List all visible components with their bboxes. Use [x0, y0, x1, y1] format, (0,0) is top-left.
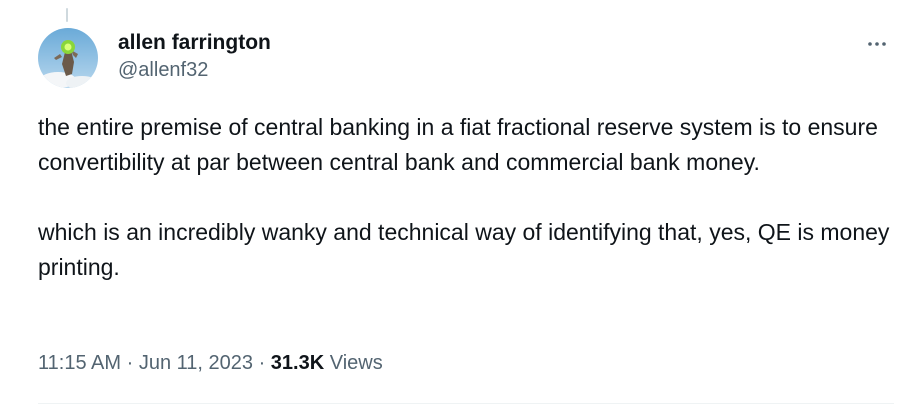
- avatar-image: [38, 28, 98, 88]
- tweet-meta: 11:15 AM · Jun 11, 2023 · 31.3K Views: [38, 350, 383, 376]
- tweet-text: the entire premise of central banking in…: [38, 110, 898, 285]
- more-horizontal-icon: [868, 42, 886, 46]
- tweet-date[interactable]: Jun 11, 2023: [139, 352, 253, 374]
- author-avatar[interactable]: [38, 28, 98, 88]
- views-count: 31.3K: [270, 352, 325, 374]
- author-handle[interactable]: @allenf32: [118, 56, 271, 84]
- author-display-name[interactable]: allen farrington: [118, 30, 271, 56]
- tweet-time[interactable]: 11:15 AM: [38, 352, 121, 374]
- author-names: allen farrington @allenf32: [118, 30, 271, 84]
- tweet-paragraph: the entire premise of central banking in…: [38, 114, 878, 175]
- divider: [38, 403, 894, 404]
- tweet-paragraph: which is an incredibly wanky and technic…: [38, 219, 890, 280]
- meta-separator: ·: [258, 352, 266, 374]
- tweet-card: allen farrington @allenf32 the entire pr…: [0, 0, 924, 412]
- tweet-header: allen farrington @allenf32: [38, 28, 894, 92]
- thread-connector: [66, 8, 68, 22]
- views-label: Views: [329, 352, 383, 374]
- meta-separator: ·: [126, 352, 134, 374]
- more-options-button[interactable]: [860, 30, 894, 58]
